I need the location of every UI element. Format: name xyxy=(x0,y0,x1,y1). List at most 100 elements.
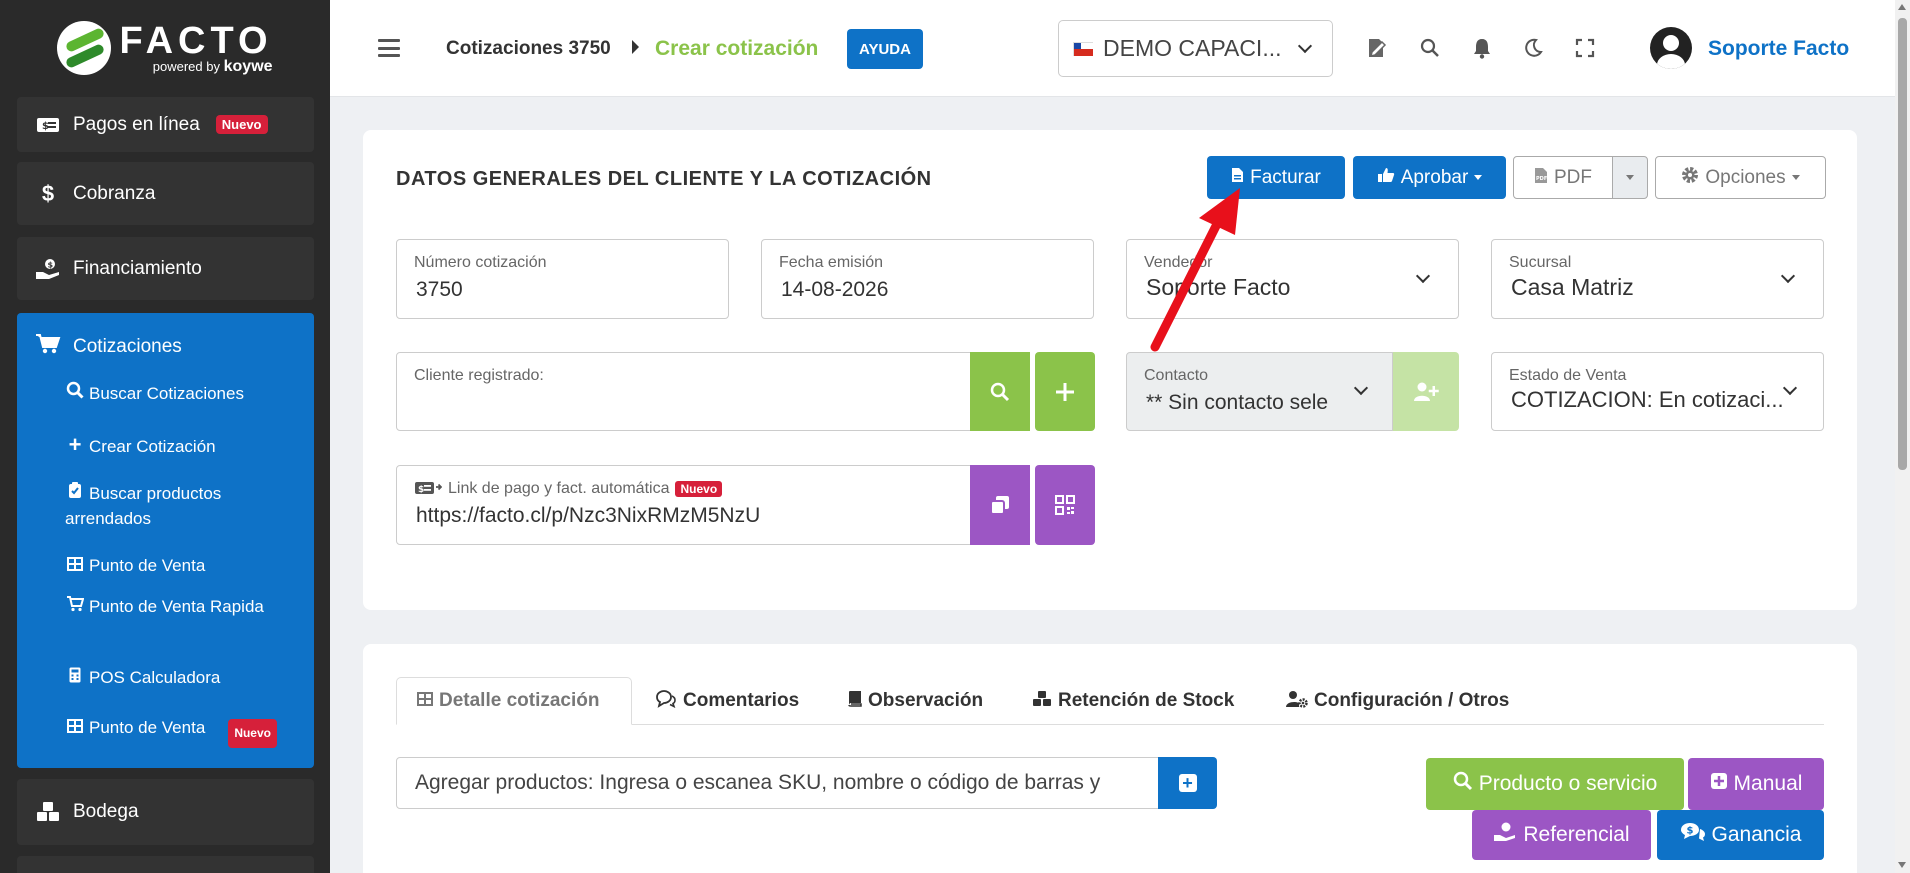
sidebar-subitem-buscar-productos-arrendados[interactable]: Buscar productos arrendados xyxy=(65,481,295,531)
tab-label: Observación xyxy=(868,690,984,711)
bell-icon[interactable] xyxy=(1470,36,1494,60)
user-name[interactable]: Soporte Facto xyxy=(1708,37,1849,61)
logo-partner: koywe xyxy=(223,57,273,75)
menu-toggle-icon[interactable] xyxy=(378,39,400,57)
table-icon xyxy=(417,691,433,711)
scroll-thumb[interactable] xyxy=(1898,18,1907,470)
search-client-button[interactable] xyxy=(970,352,1030,431)
grid-icon xyxy=(65,715,85,740)
estado-venta-select[interactable]: Estado de Venta COTIZACION: En cotizaci.… xyxy=(1491,352,1824,431)
sidebar-subitem-pos-calculadora[interactable]: POS Calculadora xyxy=(65,665,295,690)
chevron-down-icon xyxy=(1353,380,1369,396)
sidebar-item-pagos[interactable]: $ Pagos en línea Nuevo xyxy=(17,97,314,152)
add-contact-button[interactable] xyxy=(1393,352,1459,431)
tab-configuracion-otros[interactable]: Configuración / Otros xyxy=(1286,677,1509,725)
page-scrollbar[interactable] xyxy=(1895,0,1910,873)
tab-retencion-stock[interactable]: Retención de Stock xyxy=(1032,677,1234,725)
pdf-dropdown-toggle[interactable] xyxy=(1612,156,1648,199)
contacto-select[interactable]: Contacto ** Sin contacto sele xyxy=(1126,352,1393,431)
pdf-button[interactable]: PDF PDF xyxy=(1513,156,1613,199)
numero-cotizacion-field[interactable]: Número cotización 3750 xyxy=(396,239,729,319)
dollar-icon: $ xyxy=(41,180,55,206)
pdf-label: PDF xyxy=(1554,166,1592,188)
general-data-card: DATOS GENERALES DEL CLIENTE Y LA COTIZAC… xyxy=(363,130,1857,610)
tab-label: Comentarios xyxy=(683,690,800,711)
sidebar-subitem-punto-de-venta[interactable]: Punto de Venta xyxy=(65,553,295,578)
search-icon xyxy=(65,381,85,406)
cliente-registrado-field[interactable]: Cliente registrado: xyxy=(396,352,971,431)
sidebar-subitem-punto-de-venta-rapida[interactable]: Punto de Venta Rapida xyxy=(65,594,295,619)
dark-mode-icon[interactable] xyxy=(1521,36,1545,60)
pdf-file-icon: PDF xyxy=(1534,167,1548,189)
search-icon[interactable] xyxy=(1418,36,1442,60)
money-icon: $ xyxy=(35,114,61,136)
logo-by: by xyxy=(206,58,220,74)
svg-text:$: $ xyxy=(1686,826,1693,837)
sidebar-item-cobranza[interactable]: $ Cobranza xyxy=(17,162,314,225)
sidebar-item-bodega[interactable]: Bodega xyxy=(17,779,314,845)
plus-icon: + xyxy=(68,432,82,457)
producto-servicio-button[interactable]: Producto o servicio xyxy=(1426,758,1684,810)
ganancia-button[interactable]: $ Ganancia xyxy=(1657,810,1824,860)
sidebar-subitem-label: POS Calculadora xyxy=(89,668,221,687)
field-label: Cliente registrado: xyxy=(414,367,544,384)
field-value: Soporte Facto xyxy=(1146,274,1291,300)
tab-detalle-cotizacion[interactable]: Detalle cotización xyxy=(396,677,632,725)
svg-text:PDF: PDF xyxy=(1536,176,1547,182)
user-avatar[interactable] xyxy=(1650,27,1692,69)
vendedor-select[interactable]: Vendedor Soporte Facto xyxy=(1126,239,1459,319)
boxes-icon xyxy=(35,801,61,823)
add-products-input[interactable]: Agregar productos: Ingresa o escanea SKU… xyxy=(396,757,1159,809)
sidebar-subitem-label: Punto de Venta xyxy=(89,718,206,737)
sidebar-item-next[interactable] xyxy=(17,856,314,873)
copy-link-button[interactable] xyxy=(970,465,1030,545)
fecha-emision-field[interactable]: Fecha emisión 14-08-2026 xyxy=(761,239,1094,319)
tab-observacion[interactable]: Observación xyxy=(848,677,983,725)
scroll-down-icon[interactable] xyxy=(1898,862,1906,868)
manual-button[interactable]: Manual xyxy=(1688,758,1824,810)
cart-plus-icon xyxy=(65,594,85,619)
chile-flag-icon xyxy=(1073,41,1093,56)
opciones-dropdown-button[interactable]: Opciones xyxy=(1655,156,1826,199)
field-value: 3750 xyxy=(416,278,463,301)
fullscreen-icon[interactable] xyxy=(1573,36,1597,60)
facturar-button[interactable]: Facturar xyxy=(1207,156,1345,199)
sidebar-subitem-crear-cotizacion[interactable]: + Crear Cotización xyxy=(65,432,295,459)
field-label: Estado de Venta xyxy=(1509,367,1627,384)
aprobar-label: Aprobar xyxy=(1400,166,1469,188)
help-button[interactable]: AYUDA xyxy=(847,29,923,69)
aprobar-dropdown-button[interactable]: Aprobar xyxy=(1353,156,1506,199)
breadcrumb-parent[interactable]: Cotizaciones 3750 xyxy=(446,38,611,60)
hand-money-icon xyxy=(1493,822,1517,848)
facto-logo[interactable]: FACTO powered by koywe xyxy=(0,0,330,95)
sidebar-group-cotizaciones: Cotizaciones Buscar Cotizaciones + Crear … xyxy=(17,313,314,768)
qr-code-button[interactable] xyxy=(1035,465,1095,545)
new-badge: Nuevo xyxy=(215,115,268,134)
plus-square-icon xyxy=(1710,772,1728,796)
logo-name: FACTO xyxy=(119,19,273,62)
add-client-button[interactable] xyxy=(1035,352,1095,431)
detail-card: Detalle cotización Comentarios Observaci… xyxy=(363,644,1857,873)
sidebar-item-financiamiento[interactable]: $ Financiamiento xyxy=(17,237,314,300)
referencial-button[interactable]: Referencial xyxy=(1472,810,1651,860)
plus-icon xyxy=(1056,382,1074,401)
user-cog-icon xyxy=(1286,690,1308,713)
link-pago-field[interactable]: $ Link de pago y fact. automática Nuevo … xyxy=(396,465,971,545)
sucursal-select[interactable]: Sucursal Casa Matriz xyxy=(1491,239,1824,319)
add-product-button[interactable]: + xyxy=(1158,757,1217,809)
scroll-up-icon[interactable] xyxy=(1898,4,1906,10)
sidebar-subitem-buscar-cotizaciones[interactable]: Buscar Cotizaciones xyxy=(65,381,295,406)
tab-comentarios[interactable]: Comentarios xyxy=(655,677,799,725)
sidebar-item-label: Pagos en línea xyxy=(73,113,200,135)
field-value: COTIZACION: En cotizaci... xyxy=(1511,387,1784,412)
sidebar-item-label: Financiamiento xyxy=(73,257,202,279)
company-select[interactable]: DEMO CAPACI... xyxy=(1058,20,1333,77)
sidebar-subitem-punto-de-venta-nuevo[interactable]: Punto de Venta Nuevo xyxy=(65,715,295,748)
breadcrumb-current: Crear cotización xyxy=(655,37,819,60)
signature-icon[interactable] xyxy=(1365,36,1389,60)
field-label: Link de pago y fact. automática xyxy=(448,480,670,497)
sidebar-item-cotizaciones[interactable]: Cotizaciones xyxy=(35,333,182,361)
comments-icon xyxy=(655,689,677,713)
cubes-icon xyxy=(1032,690,1052,712)
section-title: DATOS GENERALES DEL CLIENTE Y LA COTIZAC… xyxy=(396,168,932,190)
